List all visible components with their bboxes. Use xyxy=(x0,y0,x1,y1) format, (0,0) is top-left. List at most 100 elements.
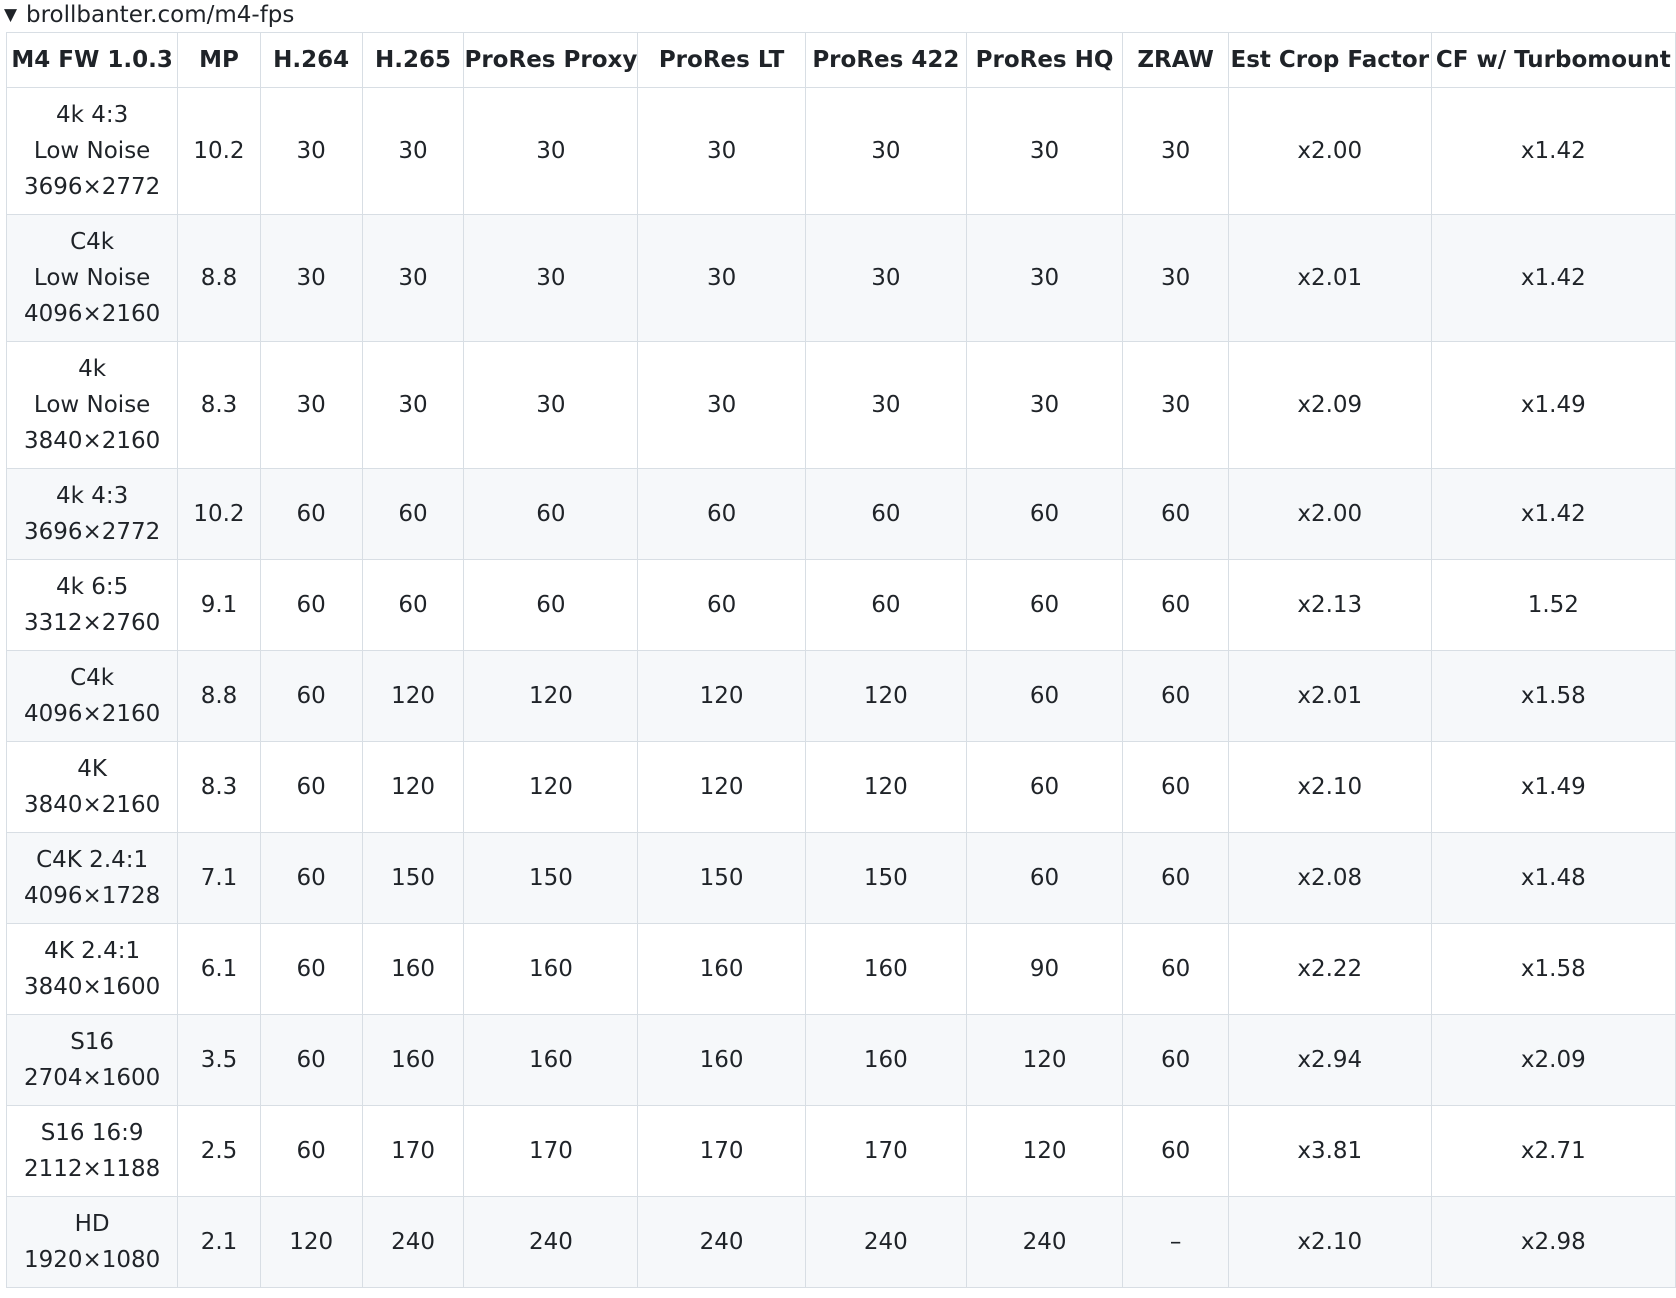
cf-turbomount-cell: x2.71 xyxy=(1430,1105,1676,1197)
mode-line: 3696×2772 xyxy=(23,519,161,545)
prores-422-cell: 30 xyxy=(804,87,967,215)
mode-line: C4K 2.4:1 xyxy=(36,847,149,873)
crop-factor-cell: x2.08 xyxy=(1227,832,1432,924)
prores-422-cell: 30 xyxy=(804,341,967,469)
prores-proxy-cell: 160 xyxy=(463,1014,639,1106)
mode-line: 3312×2760 xyxy=(23,610,161,636)
h264-cell: 30 xyxy=(259,341,363,469)
prores-hq-cell: 60 xyxy=(965,559,1124,651)
prores-lt-cell: 240 xyxy=(637,1196,806,1288)
prores-lt-cell: 120 xyxy=(637,650,806,742)
zraw-cell: 30 xyxy=(1122,214,1229,342)
prores-proxy-cell: 30 xyxy=(463,214,639,342)
prores-lt-cell: 60 xyxy=(637,559,806,651)
mode-line: C4k xyxy=(70,665,115,691)
mode-line: 4k 4:3 xyxy=(55,483,129,509)
mode-line: 2704×1600 xyxy=(23,1065,161,1091)
mp-cell: 7.1 xyxy=(177,832,261,924)
fps-table: M4 FW 1.0.3 MP H.264 H.265 ProRes Proxy ProRe… xyxy=(5,32,1676,1288)
crop-factor-cell: x2.10 xyxy=(1227,1196,1432,1288)
crop-factor-cell: x2.00 xyxy=(1227,468,1432,560)
prores-proxy-cell: 60 xyxy=(463,559,639,651)
mode-line: 3696×2772 xyxy=(23,174,161,200)
cf-turbomount-cell: x1.49 xyxy=(1430,341,1676,469)
cf-turbomount-cell: x2.98 xyxy=(1430,1196,1676,1288)
details-summary[interactable]: ▼ brollbanter.com/m4-fps xyxy=(0,1,1676,29)
prores-422-cell: 120 xyxy=(804,650,967,742)
table-row: C4k 4096×2160 8.8 60 120 120 120 120 60 60 x2.01 x1… xyxy=(5,650,1676,742)
prores-proxy-cell: 170 xyxy=(463,1105,639,1197)
table-header: M4 FW 1.0.3 MP H.264 H.265 ProRes Proxy ProRe… xyxy=(5,32,1676,88)
prores-hq-cell: 30 xyxy=(965,214,1124,342)
h265-cell: 30 xyxy=(361,87,465,215)
prores-hq-cell: 240 xyxy=(965,1196,1124,1288)
zraw-cell: 60 xyxy=(1122,650,1229,742)
header-h264: H.264 xyxy=(259,32,363,88)
table-row: HD 1920×1080 2.1 120 240 240 240 240 240– x2.10 x2… xyxy=(5,1196,1676,1288)
mp-cell: 8.3 xyxy=(177,741,261,833)
prores-lt-cell: 170 xyxy=(637,1105,806,1197)
h265-cell: 160 xyxy=(361,1014,465,1106)
prores-422-cell: 240 xyxy=(804,1196,967,1288)
zraw-cell: – xyxy=(1122,1196,1229,1288)
h265-cell: 30 xyxy=(361,341,465,469)
zraw-cell: 30 xyxy=(1122,87,1229,215)
mode-line: C4k xyxy=(70,229,115,255)
h265-cell: 160 xyxy=(361,923,465,1015)
mode-line: Low Noise xyxy=(33,392,151,418)
mp-cell: 8.8 xyxy=(177,650,261,742)
prores-lt-cell: 160 xyxy=(637,1014,806,1106)
prores-422-cell: 150 xyxy=(804,832,967,924)
header-h265: H.265 xyxy=(361,32,465,88)
cf-turbomount-cell: x1.42 xyxy=(1430,214,1676,342)
h264-cell: 60 xyxy=(259,559,363,651)
crop-factor-cell: x2.22 xyxy=(1227,923,1432,1015)
h264-cell: 60 xyxy=(259,923,363,1015)
details-summary-label: brollbanter.com/m4-fps xyxy=(26,2,295,28)
crop-factor-cell: x2.09 xyxy=(1227,341,1432,469)
prores-lt-cell: 150 xyxy=(637,832,806,924)
mode-line: 1920×1080 xyxy=(23,1247,161,1273)
cf-turbomount-cell: 1.52 xyxy=(1430,559,1676,651)
table-body: 4k 4:3 Low Noise 3696×2772 10.2 30 30 30 30 30 30… xyxy=(5,87,1676,1288)
crop-factor-cell: x2.94 xyxy=(1227,1014,1432,1106)
mode-cell: C4k Low Noise 4096×2160 xyxy=(5,214,179,342)
prores-lt-cell: 30 xyxy=(637,214,806,342)
mp-cell: 3.5 xyxy=(177,1014,261,1106)
mp-cell: 9.1 xyxy=(177,559,261,651)
header-prores-hq: ProRes HQ xyxy=(965,32,1124,88)
zraw-cell: 60 xyxy=(1122,832,1229,924)
prores-hq-cell: 60 xyxy=(965,468,1124,560)
prores-hq-cell: 30 xyxy=(965,341,1124,469)
header-row: M4 FW 1.0.3 MP H.264 H.265 ProRes Proxy ProRe… xyxy=(5,32,1676,88)
cf-turbomount-cell: x1.49 xyxy=(1430,741,1676,833)
prores-hq-cell: 120 xyxy=(965,1014,1124,1106)
h265-cell: 120 xyxy=(361,650,465,742)
cf-turbomount-cell: x1.42 xyxy=(1430,468,1676,560)
table-row: 4k 6:5 3312×2760 9.1 60 60 60 60 60 60 60 x2.13 1.5… xyxy=(5,559,1676,651)
mp-cell: 8.3 xyxy=(177,341,261,469)
header-prores-lt: ProRes LT xyxy=(637,32,806,88)
table-row: S16 2704×1600 3.5 60 160 160 160 160 120 60 x2.94 x… xyxy=(5,1014,1676,1106)
mode-cell: C4k 4096×2160 xyxy=(5,650,179,742)
mp-cell: 2.1 xyxy=(177,1196,261,1288)
prores-422-cell: 160 xyxy=(804,923,967,1015)
mode-line: HD xyxy=(74,1211,110,1237)
cf-turbomount-cell: x2.09 xyxy=(1430,1014,1676,1106)
header-zraw: ZRAW xyxy=(1122,32,1229,88)
h265-cell: 170 xyxy=(361,1105,465,1197)
h264-cell: 60 xyxy=(259,1105,363,1197)
mp-cell: 10.2 xyxy=(177,468,261,560)
header-prores-proxy: ProRes Proxy xyxy=(463,32,639,88)
h264-cell: 30 xyxy=(259,214,363,342)
mp-cell: 10.2 xyxy=(177,87,261,215)
mode-cell: C4K 2.4:1 4096×1728 xyxy=(5,832,179,924)
mode-cell: HD 1920×1080 xyxy=(5,1196,179,1288)
h264-cell: 60 xyxy=(259,650,363,742)
mode-line: 4k 4:3 xyxy=(55,102,129,128)
mp-cell: 2.5 xyxy=(177,1105,261,1197)
zraw-cell: 30 xyxy=(1122,341,1229,469)
mode-cell: 4K 3840×2160 xyxy=(5,741,179,833)
zraw-cell: 60 xyxy=(1122,468,1229,560)
crop-factor-cell: x2.10 xyxy=(1227,741,1432,833)
